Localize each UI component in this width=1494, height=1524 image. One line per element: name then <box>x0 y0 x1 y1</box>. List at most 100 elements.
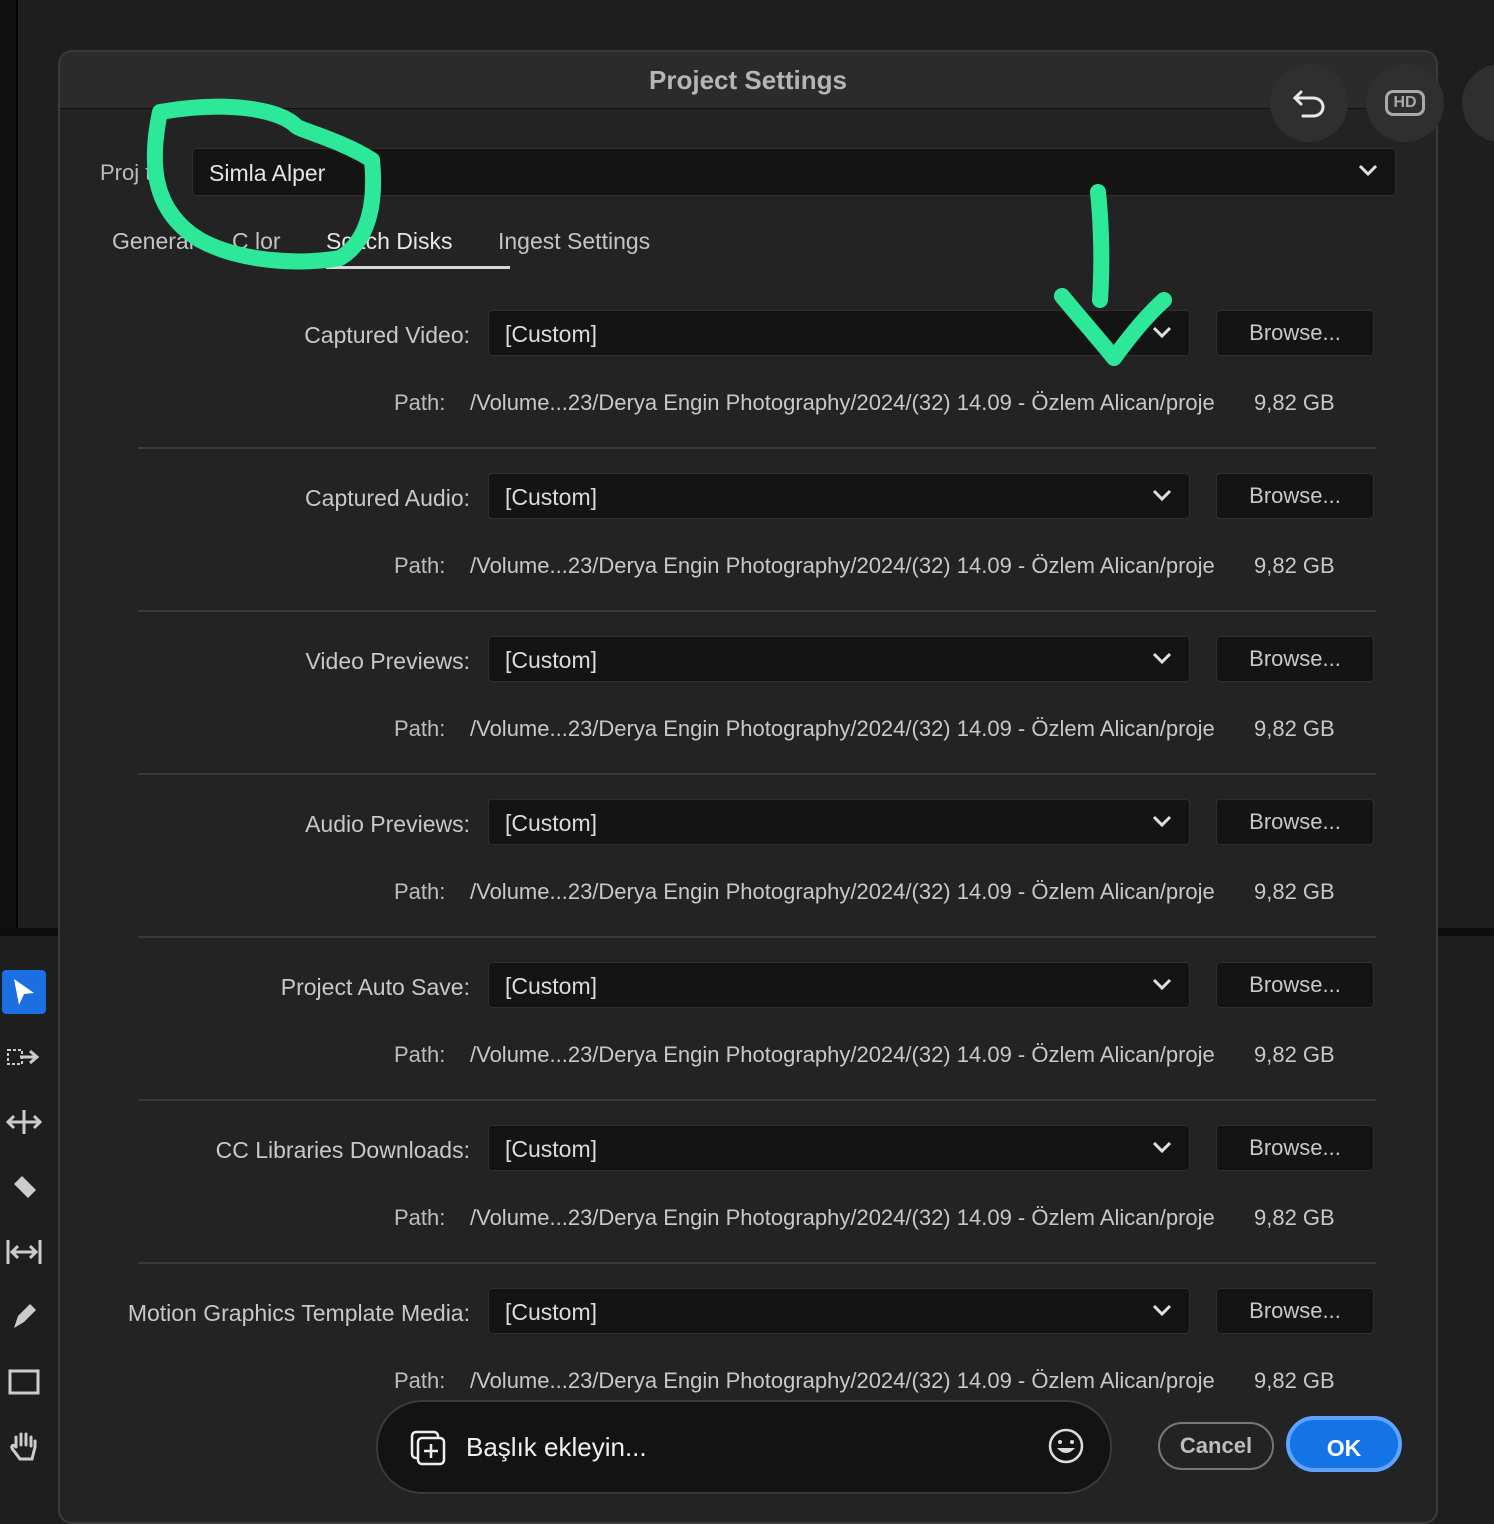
free-space: 9,82 GB <box>1254 1368 1335 1393</box>
dialog-title: Project Settings <box>60 52 1436 109</box>
browse-button[interactable]: Browse... <box>1216 1125 1374 1171</box>
location-value: [Custom] <box>505 484 598 510</box>
undo-icon <box>1292 90 1325 118</box>
location-dropdown[interactable]: [Custom] <box>488 310 1190 356</box>
location-dropdown[interactable]: [Custom] <box>488 636 1190 682</box>
path-value: /Volume...23/Derya Engin Photography/202… <box>470 1205 1215 1230</box>
tab-general[interactable]: General <box>112 228 194 255</box>
browse-button[interactable]: Browse... <box>1216 310 1374 356</box>
path-label: Path: <box>394 1368 446 1393</box>
location-dropdown[interactable]: [Custom] <box>488 962 1190 1008</box>
browse-button[interactable]: Browse... <box>1216 799 1374 845</box>
location-value: [Custom] <box>505 647 598 673</box>
undo-button[interactable] <box>1270 64 1348 142</box>
location-value: [Custom] <box>505 1299 598 1325</box>
path-label: Path: <box>394 716 446 741</box>
divider <box>138 610 1376 612</box>
divider <box>138 773 1376 775</box>
location-dropdown[interactable]: [Custom] <box>488 1288 1190 1334</box>
project-settings-dialog: Project Settings Proj t: Simla Alper Gen… <box>58 50 1438 1524</box>
row-label: Captured Video: <box>304 322 470 348</box>
location-dropdown[interactable]: [Custom] <box>488 799 1190 845</box>
path-value: /Volume...23/Derya Engin Photography/202… <box>470 716 1215 741</box>
project-dropdown[interactable]: Simla Alper <box>192 148 1396 196</box>
location-value: [Custom] <box>505 810 598 836</box>
scratch-disk-row: Captured Video: [Custom] Browse... Path:… <box>60 310 1436 473</box>
row-label: Audio Previews: <box>305 811 470 837</box>
path-label: Path: <box>394 390 446 415</box>
location-value: [Custom] <box>505 1136 598 1162</box>
browse-button[interactable]: Browse... <box>1216 473 1374 519</box>
path-value: /Volume...23/Derya Engin Photography/202… <box>470 553 1215 578</box>
cancel-button[interactable]: Cancel <box>1158 1422 1274 1470</box>
project-dropdown-value: Simla Alper <box>209 160 326 186</box>
divider <box>138 936 1376 938</box>
selection-tool-icon[interactable] <box>2 970 46 1014</box>
project-label: Proj t: <box>100 160 158 185</box>
location-value: [Custom] <box>505 321 598 347</box>
path-value: /Volume...23/Derya Engin Photography/202… <box>470 1368 1215 1393</box>
background-panel-edge <box>0 0 18 930</box>
scratch-disk-row: CC Libraries Downloads: [Custom] Browse.… <box>60 1125 1436 1288</box>
tab-color[interactable]: C lor <box>232 228 281 255</box>
chevron-down-icon <box>1152 1304 1172 1317</box>
row-label: Project Auto Save: <box>280 974 470 1000</box>
chevron-down-icon <box>1152 815 1172 828</box>
divider <box>138 1099 1376 1101</box>
add-media-icon <box>410 1430 446 1466</box>
path-value: /Volume...23/Derya Engin Photography/202… <box>470 1042 1215 1067</box>
scratch-disk-row: Audio Previews: [Custom] Browse... Path:… <box>60 799 1436 962</box>
row-label: Captured Audio: <box>305 485 470 511</box>
divider <box>138 447 1376 449</box>
pen-tool-icon[interactable] <box>2 1294 46 1338</box>
free-space: 9,82 GB <box>1254 716 1335 741</box>
track-select-tool-icon[interactable] <box>2 1036 46 1080</box>
free-space: 9,82 GB <box>1254 879 1335 904</box>
scratch-disk-row: Captured Audio: [Custom] Browse... Path:… <box>60 473 1436 636</box>
chevron-down-icon <box>1152 326 1172 339</box>
hd-button[interactable]: HD <box>1366 64 1444 142</box>
active-tab-underline <box>326 266 510 269</box>
path-label: Path: <box>394 1205 446 1230</box>
scratch-disk-row: Project Auto Save: [Custom] Browse... Pa… <box>60 962 1436 1125</box>
tools-panel <box>0 960 50 1502</box>
tab-ingest-settings[interactable]: Ingest Settings <box>498 228 650 255</box>
path-value: /Volume...23/Derya Engin Photography/202… <box>470 879 1215 904</box>
free-space: 9,82 GB <box>1254 1205 1335 1230</box>
ripple-edit-tool-icon[interactable] <box>2 1100 46 1144</box>
hand-tool-icon[interactable] <box>2 1424 46 1468</box>
browse-button[interactable]: Browse... <box>1216 636 1374 682</box>
path-value: /Volume...23/Derya Engin Photography/202… <box>470 390 1215 415</box>
slip-tool-icon[interactable] <box>2 1230 46 1274</box>
row-label: CC Libraries Downloads: <box>215 1137 470 1163</box>
path-label: Path: <box>394 879 446 904</box>
free-space: 9,82 GB <box>1254 553 1335 578</box>
chevron-down-icon <box>1358 164 1378 177</box>
path-label: Path: <box>394 1042 446 1067</box>
tab-scratch-disks[interactable]: Sc tch Disks <box>326 228 453 255</box>
location-dropdown[interactable]: [Custom] <box>488 1125 1190 1171</box>
ok-button[interactable]: OK <box>1286 1416 1402 1472</box>
rectangle-tool-icon[interactable] <box>2 1360 46 1404</box>
row-label: Video Previews: <box>305 648 471 674</box>
path-label: Path: <box>394 553 446 578</box>
emoji-icon[interactable] <box>1046 1426 1086 1466</box>
hd-badge: HD <box>1385 90 1425 116</box>
location-dropdown[interactable]: [Custom] <box>488 473 1190 519</box>
chevron-down-icon <box>1152 489 1172 502</box>
browse-button[interactable]: Browse... <box>1216 1288 1374 1334</box>
chevron-down-icon <box>1152 652 1172 665</box>
row-label: Motion Graphics Template Media: <box>127 1300 470 1326</box>
location-value: [Custom] <box>505 973 598 999</box>
chevron-down-icon <box>1152 1141 1172 1154</box>
browse-button[interactable]: Browse... <box>1216 962 1374 1008</box>
scratch-disk-row: Video Previews: [Custom] Browse... Path:… <box>60 636 1436 799</box>
caption-placeholder: Başlık ekleyin... <box>466 1432 647 1462</box>
free-space: 9,82 GB <box>1254 390 1335 415</box>
free-space: 9,82 GB <box>1254 1042 1335 1067</box>
chevron-down-icon <box>1152 978 1172 991</box>
caption-input[interactable]: Başlık ekleyin... <box>376 1400 1112 1494</box>
divider <box>138 1262 1376 1264</box>
razor-tool-icon[interactable] <box>2 1166 46 1210</box>
edge-control-button[interactable] <box>1462 64 1494 142</box>
